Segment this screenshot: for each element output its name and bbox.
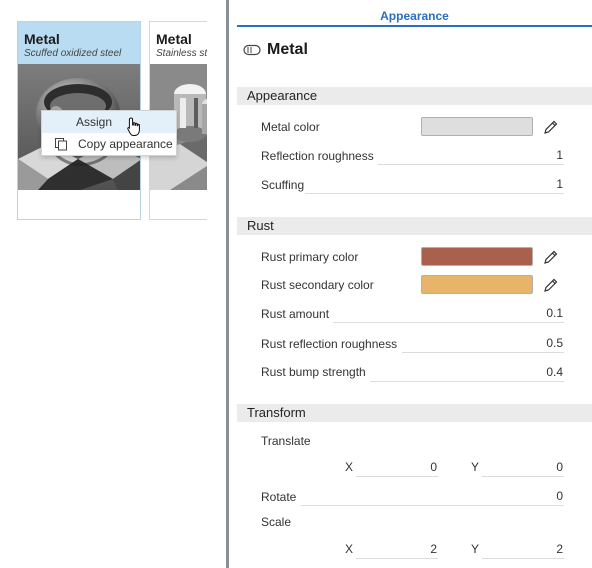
reflection-roughness-label: Reflection roughness — [261, 149, 374, 163]
tab-label: Appearance — [380, 9, 449, 23]
rust-bump-strength-label: Rust bump strength — [261, 365, 366, 379]
edit-metal-color-icon[interactable] — [543, 119, 559, 135]
field-underline — [402, 352, 564, 353]
rust-primary-color-swatch[interactable] — [421, 247, 533, 266]
field-underline — [333, 322, 564, 323]
metal-color-label: Metal color — [261, 120, 320, 134]
field-underline — [482, 558, 564, 559]
scale-y-label: Y — [471, 542, 480, 556]
card-subtitle: Scuffed oxidized steel — [24, 48, 122, 59]
scale-label: Scale — [261, 515, 292, 529]
section-transform[interactable]: Transform — [237, 404, 592, 422]
rotate-field[interactable]: 0 — [556, 489, 563, 503]
scale-y-field[interactable]: 2 — [533, 542, 563, 556]
tab-appearance[interactable]: Appearance — [237, 6, 592, 27]
rotate-label: Rotate — [261, 490, 297, 504]
material-title: Metal — [267, 41, 308, 58]
rust-bump-strength-field[interactable]: 0.4 — [546, 365, 563, 379]
field-underline — [356, 476, 438, 477]
edit-rust-primary-color-icon[interactable] — [543, 249, 559, 265]
rust-primary-color-label: Rust primary color — [261, 250, 359, 264]
menu-item-assign[interactable]: Assign — [42, 111, 176, 133]
context-menu: Assign Copy appearance — [41, 110, 177, 156]
edit-rust-secondary-color-icon[interactable] — [543, 277, 559, 293]
metal-color-swatch[interactable] — [421, 117, 533, 136]
metal-material-icon — [243, 44, 261, 56]
rust-amount-label: Rust amount — [261, 307, 330, 321]
reflection-roughness-field[interactable]: 1 — [556, 148, 563, 162]
library-scroll-gutter — [207, 0, 226, 568]
appearance-panel: Appearance Metal Appearance Metal color … — [229, 0, 592, 568]
rust-reflection-roughness-field[interactable]: 0.5 — [546, 336, 563, 350]
translate-y-label: Y — [471, 460, 480, 474]
material-title-row: Metal — [243, 40, 308, 60]
field-underline — [378, 164, 564, 165]
card-header: Metal Scuffed oxidized steel — [18, 22, 140, 64]
field-underline — [482, 476, 564, 477]
copy-icon — [55, 138, 67, 151]
field-underline — [370, 381, 564, 382]
menu-item-label: Copy appearance — [78, 137, 173, 151]
field-underline — [305, 193, 564, 194]
translate-x-field[interactable]: 0 — [407, 460, 437, 474]
scale-x-label: X — [345, 542, 354, 556]
field-underline — [301, 505, 564, 506]
section-rust[interactable]: Rust — [237, 217, 592, 235]
rust-secondary-color-swatch[interactable] — [421, 275, 533, 294]
card-title: Metal — [24, 31, 60, 47]
scuffing-field[interactable]: 1 — [556, 177, 563, 191]
rust-reflection-roughness-label: Rust reflection roughness — [261, 337, 398, 351]
translate-label: Translate — [261, 434, 311, 448]
scuffing-label: Scuffing — [261, 178, 305, 192]
cursor-hand-icon — [127, 117, 140, 136]
material-library-panel: Metal Scuffed oxidized steel Metal Stain… — [0, 0, 226, 568]
translate-y-field[interactable]: 0 — [533, 460, 563, 474]
menu-item-copy-appearance[interactable]: Copy appearance — [42, 133, 176, 155]
rust-secondary-color-label: Rust secondary color — [261, 278, 374, 292]
menu-item-label: Assign — [75, 115, 113, 129]
scale-x-field[interactable]: 2 — [407, 542, 437, 556]
section-appearance[interactable]: Appearance — [237, 87, 592, 105]
translate-x-label: X — [345, 460, 354, 474]
field-underline — [356, 558, 438, 559]
rust-amount-field[interactable]: 0.1 — [546, 306, 563, 320]
